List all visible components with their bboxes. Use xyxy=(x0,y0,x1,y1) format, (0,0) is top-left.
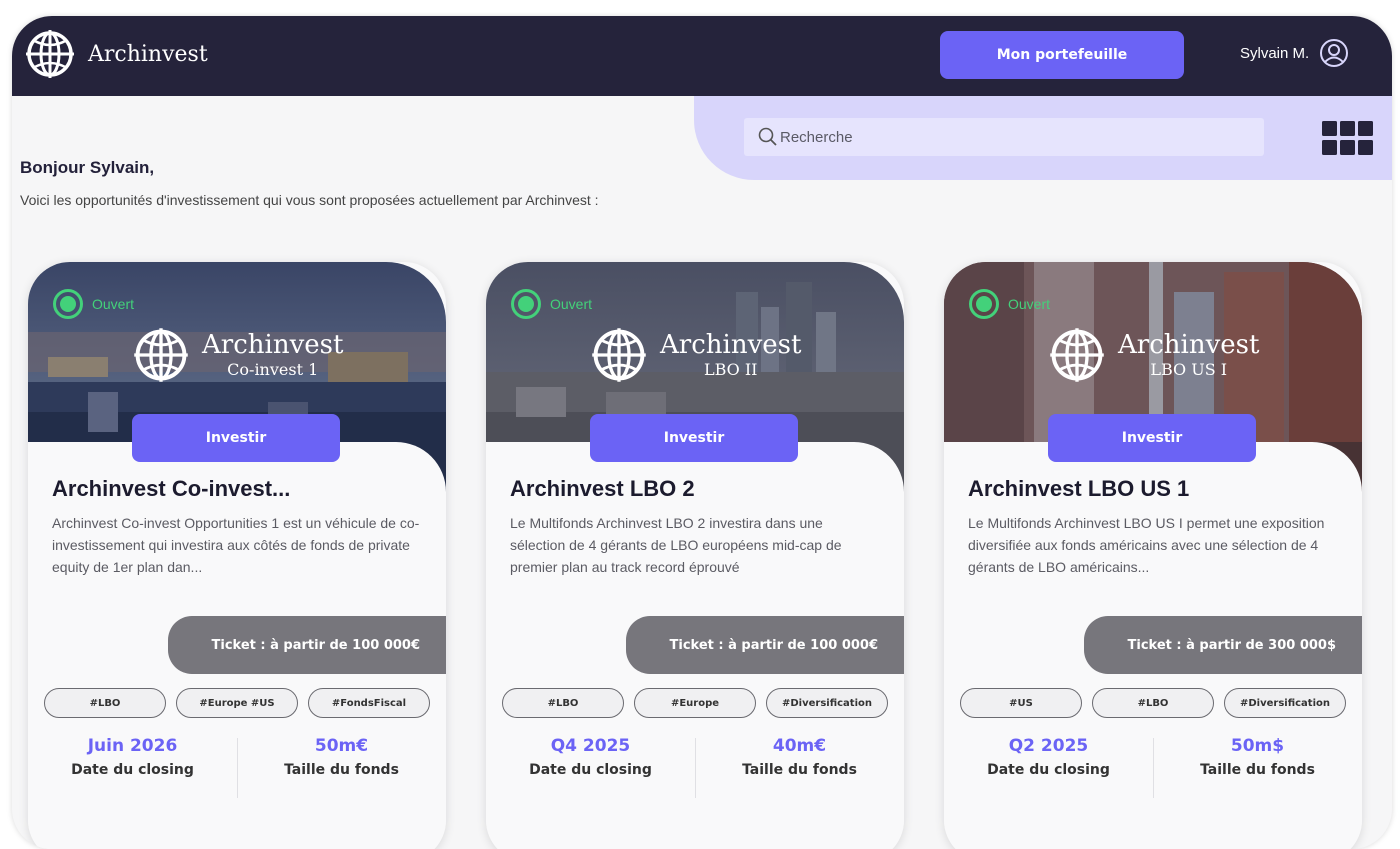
fund-logo: Archinvest LBO US I xyxy=(1048,326,1259,384)
fund-logo-brand: Archinvest xyxy=(1118,329,1260,360)
card-body: Investir Archinvest LBO US 1 Le Multifon… xyxy=(944,414,1362,849)
status-indicator: Ouvert xyxy=(52,288,134,320)
tag[interactable]: #Diversification xyxy=(766,688,888,718)
tag[interactable]: #Europe xyxy=(634,688,756,718)
tag[interactable]: #LBO xyxy=(44,688,166,718)
tag[interactable]: #US xyxy=(960,688,1082,718)
status-label: Ouvert xyxy=(550,296,593,312)
user-name: Sylvain M. xyxy=(1240,44,1310,62)
card-body: Investir Archinvest LBO 2 Le Multifonds … xyxy=(486,414,904,849)
grid-view-icon[interactable] xyxy=(1322,121,1374,155)
closing-date-value: Juin 2026 xyxy=(87,736,178,756)
search-input[interactable] xyxy=(778,128,1258,146)
closing-date-label: Date du closing xyxy=(71,762,194,778)
open-status-icon xyxy=(969,289,999,319)
fund-description: Le Multifonds Archinvest LBO 2 investira… xyxy=(510,515,842,575)
fund-size-value: 50m$ xyxy=(1230,736,1285,756)
closing-date-label: Date du closing xyxy=(529,762,652,778)
globe-logo-icon xyxy=(26,30,74,78)
top-navigation-bar: Archinvest Mon portefeuille Sylvain M. xyxy=(12,16,1392,96)
brand-logo[interactable]: Archinvest xyxy=(24,28,208,80)
fund-title[interactable]: Archinvest Co-invest... xyxy=(52,476,290,502)
card-body: Investir Archinvest Co-invest... Archinv… xyxy=(28,414,446,849)
tag[interactable]: #Diversification xyxy=(1224,688,1346,718)
fund-size-value: 50m€ xyxy=(314,736,369,756)
closing-date-value: Q2 2025 xyxy=(1008,736,1089,756)
fund-logo: Archinvest LBO II xyxy=(590,326,801,384)
tag[interactable]: #LBO xyxy=(1092,688,1214,718)
fund-size-stat: 50m€ Taille du fonds xyxy=(237,736,446,778)
fund-size-stat: 40m€ Taille du fonds xyxy=(695,736,904,778)
tag[interactable]: #Europe #US xyxy=(176,688,298,718)
closing-date-label: Date du closing xyxy=(987,762,1110,778)
status-indicator: Ouvert xyxy=(968,288,1050,320)
closing-date-stat: Q4 2025 Date du closing xyxy=(486,736,695,778)
fund-stats: Q2 2025 Date du closing 50m$ Taille du f… xyxy=(944,736,1362,800)
fund-size-label: Taille du fonds xyxy=(1200,762,1315,778)
search-panel xyxy=(694,96,1392,180)
tag-list: #LBO #Europe #Diversification xyxy=(502,688,888,718)
user-menu[interactable]: Sylvain M. xyxy=(1240,38,1349,68)
search-icon xyxy=(758,127,777,146)
fund-stats: Q4 2025 Date du closing 40m€ Taille du f… xyxy=(486,736,904,800)
globe-logo-icon xyxy=(1050,328,1104,382)
ticket-badge: Ticket : à partir de 100 000€ xyxy=(168,616,446,674)
globe-logo-icon xyxy=(592,328,646,382)
intro-text: Voici les opportunités d'investissement … xyxy=(20,192,599,208)
fund-logo: Archinvest Co-invest 1 xyxy=(132,326,343,384)
status-indicator: Ouvert xyxy=(510,288,592,320)
open-status-icon xyxy=(511,289,541,319)
fund-size-label: Taille du fonds xyxy=(742,762,857,778)
closing-date-stat: Q2 2025 Date du closing xyxy=(944,736,1153,778)
fund-card-lbo-2[interactable]: Ouvert Archinvest LBO II Investir Archin… xyxy=(486,262,904,849)
globe-logo-icon xyxy=(134,328,188,382)
fund-logo-brand: Archinvest xyxy=(202,329,344,360)
invest-button[interactable]: Investir xyxy=(590,414,798,462)
tag[interactable]: #FondsFiscal xyxy=(308,688,430,718)
tag-list: #US #LBO #Diversification xyxy=(960,688,1346,718)
tag[interactable]: #LBO xyxy=(502,688,624,718)
fund-card-lbo-us-1[interactable]: Ouvert Archinvest LBO US I Investir Arch… xyxy=(944,262,1362,849)
ticket-badge: Ticket : à partir de 300 000$ xyxy=(1084,616,1362,674)
fund-logo-sub: Co-invest 1 xyxy=(227,359,319,379)
ticket-badge: Ticket : à partir de 100 000€ xyxy=(626,616,904,674)
closing-date-stat: Juin 2026 Date du closing xyxy=(28,736,237,778)
fund-description: Le Multifonds Archinvest LBO US I permet… xyxy=(968,515,1325,575)
greeting-heading: Bonjour Sylvain, xyxy=(20,158,155,177)
fund-card-co-invest-1[interactable]: Ouvert Archinvest Co-invest 1 Investir A… xyxy=(28,262,446,849)
fund-stats: Juin 2026 Date du closing 50m€ Taille du… xyxy=(28,736,446,800)
fund-size-value: 40m€ xyxy=(772,736,827,756)
fund-logo-sub: LBO II xyxy=(703,359,758,379)
fund-title[interactable]: Archinvest LBO US 1 xyxy=(968,476,1189,502)
app-window: Archinvest Mon portefeuille Sylvain M. R… xyxy=(12,16,1392,849)
invest-button[interactable]: Investir xyxy=(132,414,340,462)
fund-size-stat: 50m$ Taille du fonds xyxy=(1153,736,1362,778)
status-label: Ouvert xyxy=(1008,296,1051,312)
brand-name: Archinvest xyxy=(88,41,208,67)
user-avatar-icon[interactable] xyxy=(1319,38,1349,68)
status-label: Ouvert xyxy=(92,296,135,312)
fund-title[interactable]: Archinvest LBO 2 xyxy=(510,476,695,502)
invest-button[interactable]: Investir xyxy=(1048,414,1256,462)
search-bar[interactable] xyxy=(744,118,1264,156)
tag-list: #LBO #Europe #US #FondsFiscal xyxy=(44,688,430,718)
fund-logo-brand: Archinvest xyxy=(660,329,802,360)
my-portfolio-button[interactable]: Mon portefeuille xyxy=(940,31,1184,79)
fund-description: Archinvest Co-invest Opportunities 1 est… xyxy=(52,515,420,575)
open-status-icon xyxy=(53,289,83,319)
fund-size-label: Taille du fonds xyxy=(284,762,399,778)
closing-date-value: Q4 2025 xyxy=(550,736,631,756)
fund-logo-sub: LBO US I xyxy=(1150,359,1228,379)
